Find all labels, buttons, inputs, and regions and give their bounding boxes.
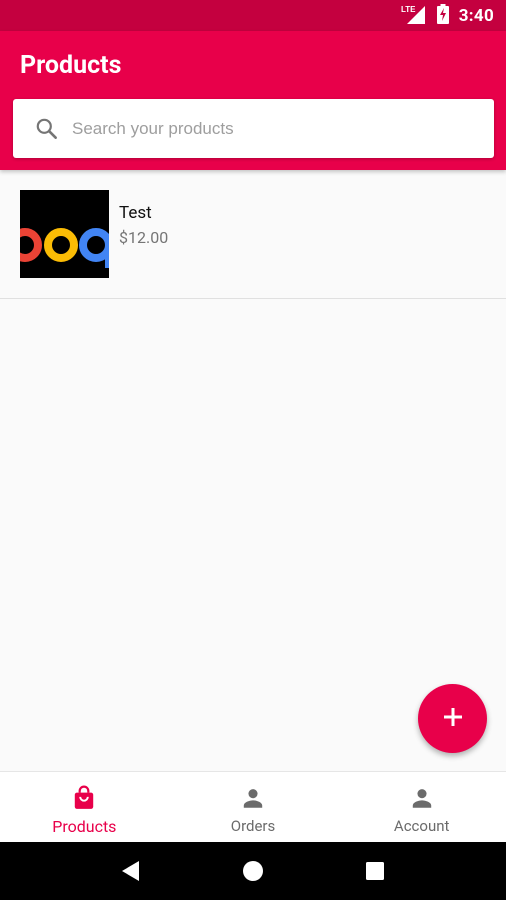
search-icon (34, 116, 60, 142)
search-input[interactable] (72, 118, 452, 139)
nav-item-products[interactable]: Products (0, 772, 169, 842)
person-icon (240, 785, 266, 811)
search-bar[interactable] (13, 99, 494, 158)
nav-label-account: Account (393, 817, 450, 835)
lte-signal-icon: LTE (401, 4, 427, 28)
person-icon (409, 785, 435, 811)
recents-icon[interactable] (365, 861, 385, 881)
product-list-item[interactable]: Test $12.00 (0, 170, 506, 299)
product-thumbnail (20, 190, 109, 278)
plus-icon (442, 706, 464, 732)
svg-text:LTE: LTE (401, 5, 416, 14)
back-icon[interactable] (121, 860, 141, 882)
shopping-bag-icon (71, 785, 97, 811)
home-icon[interactable] (242, 860, 264, 882)
page-title: Products (20, 51, 122, 80)
nav-label-orders: Orders (230, 817, 276, 835)
status-bar: LTE 3:40 (0, 0, 506, 31)
nav-label-products: Products (52, 817, 117, 836)
battery-charging-icon (436, 3, 449, 28)
system-navigation-bar (0, 842, 506, 900)
app-bar: Products (0, 31, 506, 170)
add-product-button[interactable] (418, 684, 487, 753)
nav-item-account[interactable]: Account (337, 772, 506, 842)
nav-item-orders[interactable]: Orders (169, 772, 338, 842)
product-name: Test (119, 203, 152, 223)
product-price: $12.00 (119, 228, 169, 247)
status-time: 3:40 (458, 5, 494, 26)
bottom-navigation: Products Orders Account (0, 771, 506, 842)
